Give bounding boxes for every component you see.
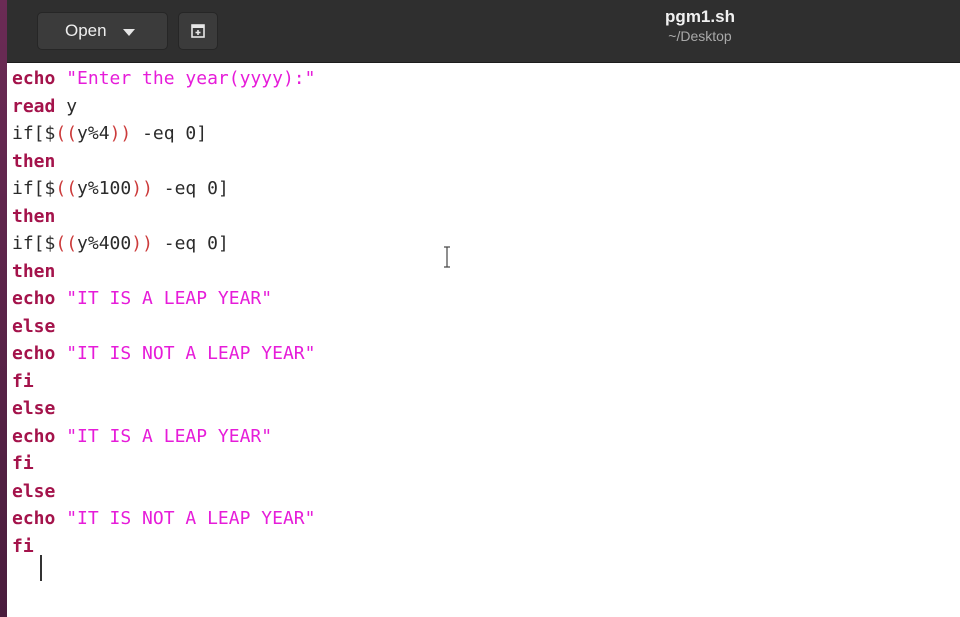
new-tab-icon: [191, 24, 205, 38]
title-block: pgm1.sh ~/Desktop: [607, 6, 793, 45]
code-token-kw: then: [12, 150, 56, 172]
code-token-plain: -eq 0]: [152, 178, 229, 199]
document-title: pgm1.sh: [665, 7, 735, 26]
code-line: then: [12, 258, 315, 286]
code-token-plain: if[$: [12, 123, 56, 144]
code-token-paren: ((: [55, 233, 78, 254]
code-token-paren: ((: [55, 178, 78, 199]
code-token-kw: echo: [12, 343, 56, 364]
code-token-str: "IT IS NOT A LEAP YEAR": [66, 508, 316, 529]
code-line: then: [12, 203, 315, 231]
code-token-kw: fi: [12, 453, 34, 474]
code-token-kw: echo: [12, 288, 56, 309]
code-token-paren: )): [109, 123, 132, 144]
code-line: else: [12, 395, 315, 423]
ibeam-cursor-icon: [444, 246, 450, 268]
code-token-str: "IT IS A LEAP YEAR": [66, 288, 273, 309]
code-line: then: [12, 148, 315, 176]
code-token-str: "IT IS NOT A LEAP YEAR": [66, 343, 316, 364]
code-token-paren: )): [131, 233, 153, 254]
open-button-label: Open: [65, 21, 107, 40]
open-button[interactable]: Open: [37, 12, 168, 50]
code-token-kw: read: [12, 95, 56, 117]
code-token-kw: else: [12, 398, 56, 419]
header-bar: Open pgm1.sh ~/Desktop: [7, 0, 960, 63]
code-line: echo "IT IS NOT A LEAP YEAR": [12, 340, 315, 368]
text-cursor: [40, 555, 42, 581]
code-token-plain: y: [55, 95, 78, 117]
code-token-str: "Enter the year(yyyy):": [66, 68, 316, 89]
code-token-kw: else: [12, 315, 56, 337]
code-token-paren: )): [131, 178, 153, 199]
code-token-plain: y%4: [77, 123, 110, 144]
code-token-kw: fi: [12, 535, 34, 557]
code-token-plain: if[$: [12, 178, 56, 199]
code-line: read y: [12, 93, 315, 121]
code-token-kw: echo: [12, 68, 56, 89]
code-line: if[$((y%100)) -eq 0]: [12, 175, 315, 203]
code-token-str: "IT IS A LEAP YEAR": [66, 425, 273, 447]
code-line: fi: [12, 450, 315, 478]
new-document-button[interactable]: [178, 12, 218, 50]
chevron-down-icon: [122, 28, 135, 36]
code-token-plain: y%400: [77, 233, 132, 254]
text-editor-area[interactable]: echo "Enter the year(yyyy):" read y if[$((…: [7, 63, 960, 617]
code-line: echo "IT IS A LEAP YEAR": [12, 285, 315, 313]
code-token-plain: y%100: [77, 178, 132, 199]
code-token-kw: then: [12, 260, 56, 282]
code-token-plain: if[$: [12, 233, 56, 254]
code-token-paren: ((: [55, 123, 78, 144]
code-line: fi: [12, 368, 315, 396]
code-line: echo "IT IS NOT A LEAP YEAR": [12, 505, 315, 533]
code-line: echo "Enter the year(yyyy):": [12, 65, 315, 93]
code-token-kw: else: [12, 480, 56, 502]
code-token-plain: -eq 0]: [152, 233, 229, 254]
code-line: if[$((y%4)) -eq 0]: [12, 120, 315, 148]
code-line: else: [12, 478, 315, 506]
code-token-plain: -eq 0]: [131, 123, 208, 144]
code-line: fi: [12, 533, 315, 561]
code-view[interactable]: echo "Enter the year(yyyy):" read y if[$((…: [12, 65, 315, 560]
code-token-kw: fi: [12, 370, 34, 392]
dock-edge: [0, 0, 7, 617]
gedit-window: Open pgm1.sh ~/Desktop echo "Enter the y…: [0, 0, 960, 617]
document-path: ~/Desktop: [668, 28, 732, 44]
code-line: if[$((y%400)) -eq 0]: [12, 230, 315, 258]
code-token-kw: then: [12, 205, 56, 227]
code-line: echo "IT IS A LEAP YEAR": [12, 423, 315, 451]
code-token-kw: echo: [12, 508, 56, 529]
code-line: else: [12, 313, 315, 341]
code-token-kw: echo: [12, 425, 56, 447]
